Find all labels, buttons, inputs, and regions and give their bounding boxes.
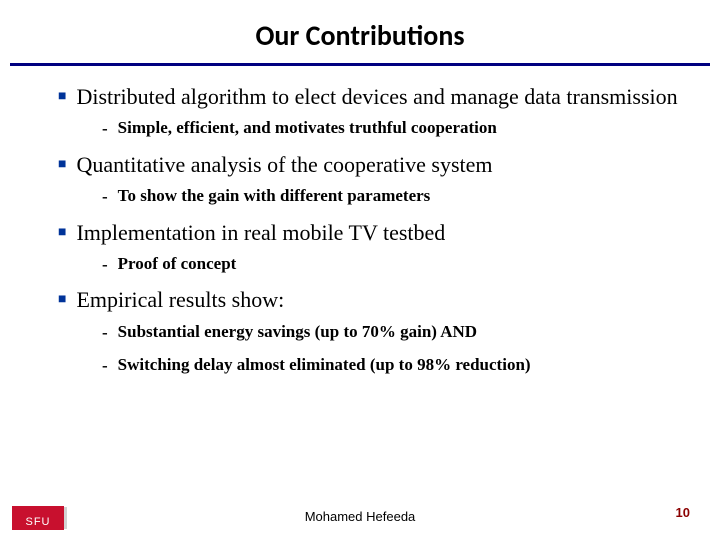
sub-item: - Proof of concept xyxy=(102,254,680,275)
square-bullet-icon: ■ xyxy=(58,293,66,307)
slide-title: Our Contributions xyxy=(0,0,720,63)
bullet-item: ■ Empirical results show: xyxy=(58,287,680,313)
sub-item: - Switching delay almost eliminated (up … xyxy=(102,355,680,376)
footer-author: Mohamed Hefeeda xyxy=(0,509,720,524)
bullet-item: ■ Quantitative analysis of the cooperati… xyxy=(58,152,680,178)
dash-icon: - xyxy=(102,255,108,275)
slide: Our Contributions ■ Distributed algorith… xyxy=(0,0,720,540)
page-number: 10 xyxy=(676,505,690,520)
sub-item: - Simple, efficient, and motivates truth… xyxy=(102,118,680,139)
bullet-text: Quantitative analysis of the cooperative… xyxy=(76,152,492,178)
dash-icon: - xyxy=(102,119,108,139)
title-rule xyxy=(10,63,710,66)
sub-text: Simple, efficient, and motivates truthfu… xyxy=(118,118,497,138)
bullet-item: ■ Distributed algorithm to elect devices… xyxy=(58,84,680,110)
dash-icon: - xyxy=(102,187,108,207)
bullet-text: Implementation in real mobile TV testbed xyxy=(76,220,445,246)
sub-text: To show the gain with different paramete… xyxy=(118,186,431,206)
dash-icon: - xyxy=(102,323,108,343)
bullet-item: ■ Implementation in real mobile TV testb… xyxy=(58,220,680,246)
footer: SFU Mohamed Hefeeda 10 xyxy=(0,500,720,530)
bullet-text: Empirical results show: xyxy=(76,287,284,313)
bullet-text: Distributed algorithm to elect devices a… xyxy=(76,84,677,110)
slide-content: ■ Distributed algorithm to elect devices… xyxy=(0,84,720,377)
square-bullet-icon: ■ xyxy=(58,226,66,240)
sub-text: Substantial energy savings (up to 70% ga… xyxy=(118,322,477,342)
square-bullet-icon: ■ xyxy=(58,158,66,172)
sub-item: - To show the gain with different parame… xyxy=(102,186,680,207)
sub-text: Switching delay almost eliminated (up to… xyxy=(118,355,531,375)
dash-icon: - xyxy=(102,356,108,376)
sub-text: Proof of concept xyxy=(118,254,237,274)
sub-item: - Substantial energy savings (up to 70% … xyxy=(102,322,680,343)
square-bullet-icon: ■ xyxy=(58,90,66,104)
